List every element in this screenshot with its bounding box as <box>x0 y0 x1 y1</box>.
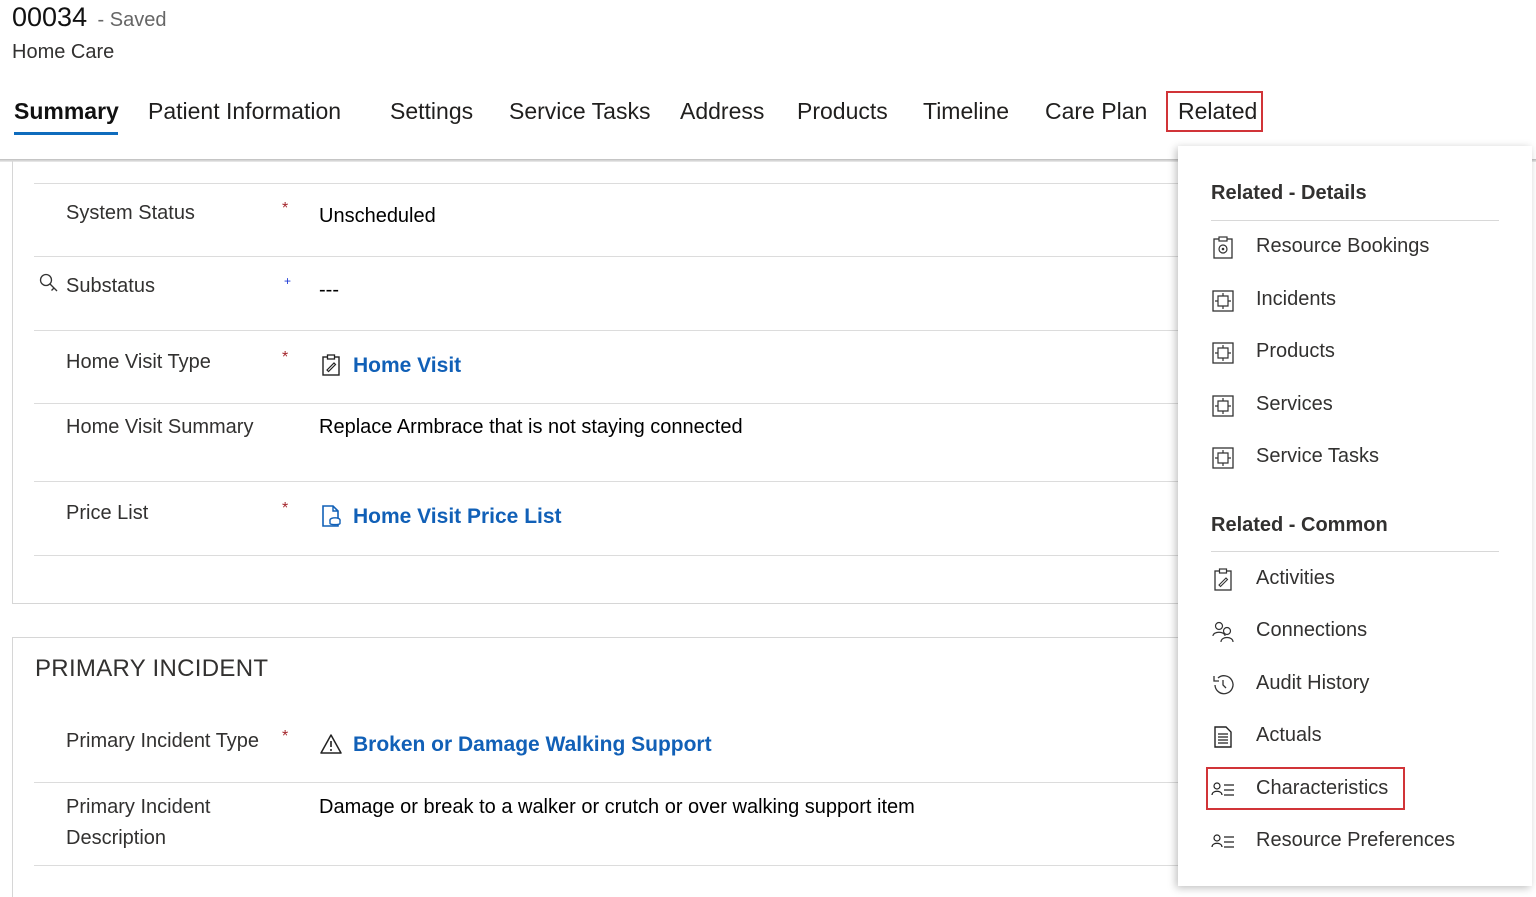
menu-item-label: Audit History <box>1256 672 1370 694</box>
document-icon <box>1214 726 1232 748</box>
home-visit-summary-label: Home Visit Summary <box>66 416 254 438</box>
primary-incident-type-label: Primary Incident Type <box>66 730 260 752</box>
entity-icon <box>1212 342 1234 364</box>
menu-item-resource-bookings[interactable]: Resource Bookings <box>1208 228 1508 268</box>
menu-item-label: Services <box>1256 393 1333 415</box>
primary-incident-description-label-cont: Description <box>66 827 167 849</box>
primary-incident-description-value[interactable]: Damage or break to a walker or crutch or… <box>319 792 915 823</box>
system-status-label: System Status <box>66 202 195 224</box>
lock-icon <box>39 273 58 292</box>
menu-item-connections[interactable]: Connections <box>1208 612 1508 652</box>
row-divider <box>34 330 1180 331</box>
tab-care-plan[interactable]: Care Plan <box>1045 94 1147 128</box>
tab-products[interactable]: Products <box>797 94 888 128</box>
characteristics-highlight <box>1206 767 1405 810</box>
menu-item-label: Connections <box>1256 619 1368 641</box>
related-common-heading: Related - Common <box>1211 514 1388 536</box>
history-icon <box>1213 675 1234 695</box>
home-visit-type-link[interactable]: Home Visit <box>353 354 461 378</box>
required-marker: * <box>282 349 289 366</box>
clipboard-icon <box>1214 568 1232 591</box>
row-divider <box>34 782 1180 783</box>
menu-item-label: Resource Preferences <box>1256 829 1455 851</box>
menu-item-label: Actuals <box>1256 724 1322 746</box>
menu-item-resource-preferences[interactable]: Resource Preferences <box>1208 822 1508 862</box>
menu-item-audit-history[interactable]: Audit History <box>1208 665 1508 705</box>
menu-divider <box>1211 220 1499 221</box>
system-status-value[interactable]: Unscheduled <box>319 201 436 232</box>
required-marker: * <box>282 200 289 217</box>
row-divider <box>34 481 1180 482</box>
menu-item-incidents[interactable]: Incidents <box>1208 281 1508 321</box>
entity-icon <box>1212 447 1234 469</box>
primary-incident-type-link[interactable]: Broken or Damage Walking Support <box>353 733 712 757</box>
menu-item-service-tasks[interactable]: Service Tasks <box>1208 438 1508 478</box>
price-list-link[interactable]: Home Visit Price List <box>353 505 562 529</box>
record-type: Home Care <box>12 41 115 63</box>
menu-item-activities[interactable]: Activities <box>1208 560 1508 600</box>
record-id: 00034 <box>12 2 88 32</box>
home-visit-summary-value[interactable]: Replace Armbrace that is not staying con… <box>319 412 743 443</box>
resource-booking-icon <box>1213 236 1233 259</box>
row-divider <box>34 555 1180 556</box>
people-icon <box>1212 621 1234 643</box>
required-marker: * <box>282 500 289 517</box>
tab-summary[interactable]: Summary <box>14 94 119 128</box>
tab-bar: Summary Patient Information Settings Ser… <box>0 94 1536 135</box>
substatus-label: Substatus <box>66 275 155 297</box>
primary-incident-description-label: Primary Incident <box>66 796 211 818</box>
menu-item-actuals[interactable]: Actuals <box>1208 717 1508 757</box>
tab-patient-information[interactable]: Patient Information <box>148 94 341 128</box>
required-marker: * <box>282 728 289 745</box>
price-list-icon <box>322 505 341 527</box>
tab-timeline[interactable]: Timeline <box>923 94 1009 128</box>
menu-item-label: Resource Bookings <box>1256 235 1430 257</box>
entity-icon <box>1212 395 1234 417</box>
recommended-marker: + <box>284 274 292 288</box>
home-visit-type-label: Home Visit Type <box>66 351 211 373</box>
menu-item-products[interactable]: Products <box>1208 333 1508 373</box>
active-tab-indicator <box>14 132 118 135</box>
row-divider <box>34 403 1180 404</box>
price-list-label: Price List <box>66 502 149 524</box>
menu-divider <box>1211 551 1499 552</box>
save-status: - Saved <box>97 9 167 31</box>
related-tab-highlight <box>1166 91 1263 132</box>
tab-address[interactable]: Address <box>680 94 764 128</box>
menu-item-label: Service Tasks <box>1256 445 1380 467</box>
tab-settings[interactable]: Settings <box>390 94 473 128</box>
warning-icon <box>320 734 342 754</box>
tab-service-tasks[interactable]: Service Tasks <box>509 94 650 128</box>
record-header: 00034 - Saved <box>12 2 166 33</box>
related-details-heading: Related - Details <box>1211 182 1367 204</box>
menu-item-label: Incidents <box>1256 288 1337 310</box>
clipboard-icon <box>322 354 340 376</box>
menu-item-label: Activities <box>1256 567 1335 589</box>
substatus-value[interactable]: --- <box>319 275 339 306</box>
row-divider <box>34 865 1180 866</box>
menu-item-services[interactable]: Services <box>1208 386 1508 426</box>
person-list-icon <box>1211 834 1234 848</box>
row-divider <box>34 256 1180 257</box>
entity-icon <box>1212 290 1234 312</box>
row-divider <box>34 183 1180 184</box>
primary-incident-heading: PRIMARY INCIDENT <box>35 655 269 682</box>
menu-item-label: Products <box>1256 340 1335 362</box>
